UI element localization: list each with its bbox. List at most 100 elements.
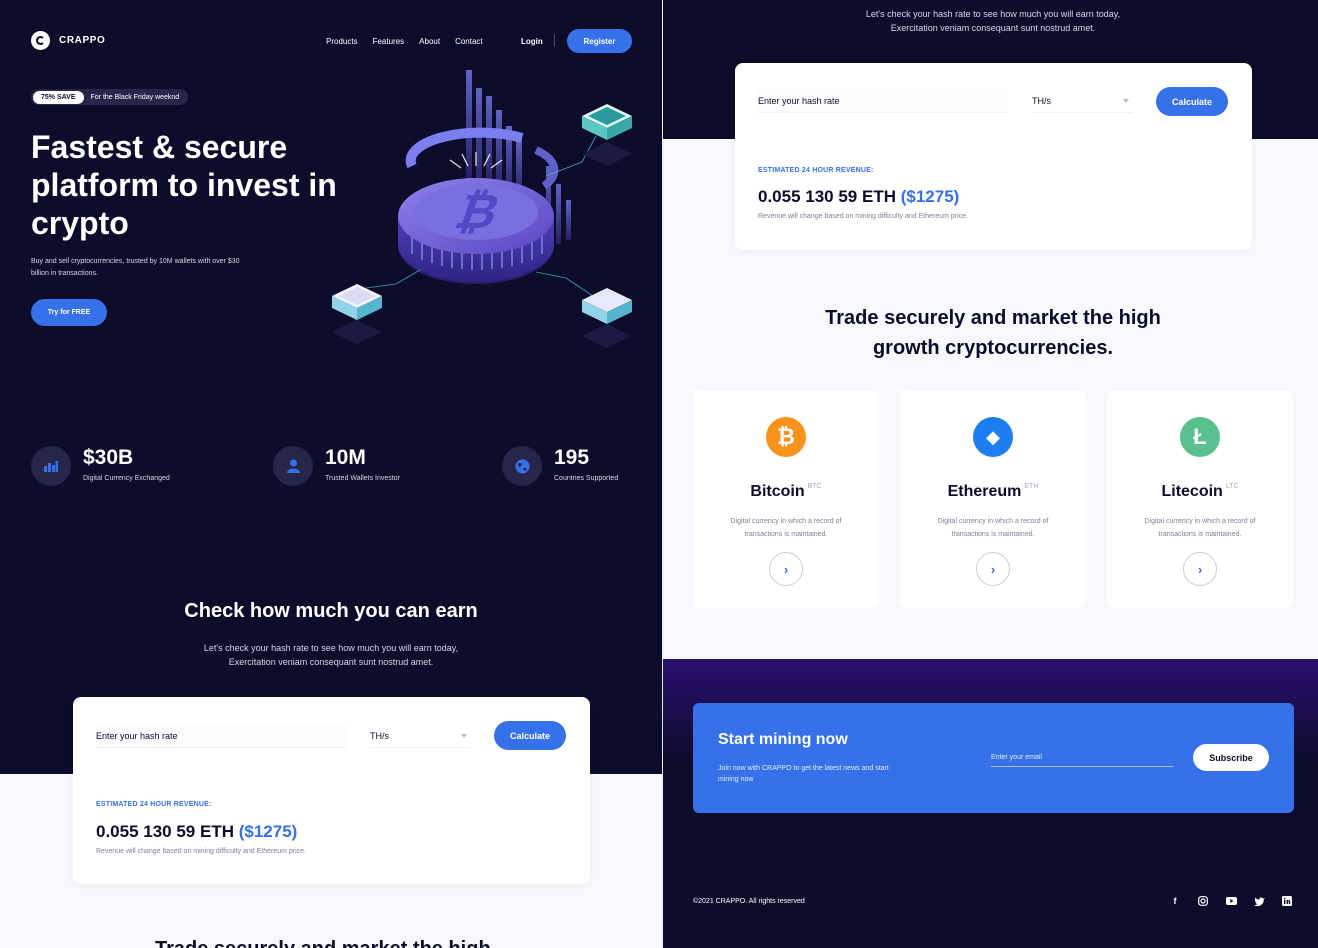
estimate-value: 0.055 130 59 ETH ($1275) [96,822,297,842]
coin-ticker: BTC [807,483,822,490]
coin-description: Digital currency in which a record of tr… [1144,518,1256,538]
title-line: Trade securely and market the high [825,307,1161,329]
estimate-label: ESTIMATED 24 HOUR REVENUE: [758,167,874,174]
calculate-button[interactable]: Calculate [1156,87,1228,116]
coin-title: Bitcoin [750,483,805,500]
calculator-card: Enter your hash rate TH/s Calculate ESTI… [73,697,590,884]
subscribe-button[interactable]: Subscribe [1193,744,1269,771]
trade-section-title: Trade securely and market the high growt… [663,303,1318,363]
node-bottom-right [582,288,632,348]
coin-name: Litecoin LTC [1107,483,1293,501]
hero-crypto-illustration: ₿ [332,70,632,348]
register-button[interactable]: Register [567,29,632,53]
login-link[interactable]: Login [521,37,543,46]
nav-products[interactable]: Products [326,37,358,46]
coin-description: Digital currency in which a record of tr… [730,518,842,538]
earn-section-title: Check how much you can earn [184,600,478,622]
promo-banner: 75% SAVE For the Black Friday weeknd [31,89,189,105]
estimate-label: ESTIMATED 24 HOUR REVENUE: [96,801,212,808]
estimate-note: Revenue will change based on mining diff… [96,848,306,855]
hero-title: Fastest & secure platform to invest in c… [31,129,337,241]
promo-text: For the Black Friday weeknd [90,93,180,101]
title-line: growth cryptocurrencies. [872,337,1114,359]
estimate-value: 0.055 130 59 ETH ($1275) [758,187,959,207]
youtube-icon[interactable] [1225,895,1237,907]
ethereum-icon: ◆ [973,417,1013,457]
stat-value: 195 [554,446,590,469]
node-top-right [582,104,632,166]
brand-name: CRAPPO [59,35,106,46]
coin-card-litecoin: Ł Litecoin LTC Digital currency in which … [1107,391,1293,608]
estimate-eth: 0.055 130 59 ETH [96,822,234,841]
trade-title-cutoff: Trade securely and market the high [155,938,491,948]
save-badge: 75% SAVE [33,90,84,104]
earn-section-subtitle: Let's check your hash rate to see how mu… [0,641,662,669]
subtitle-line: Let's check your hash rate to see how mu… [203,643,459,653]
instagram-icon[interactable] [1197,895,1209,907]
litecoin-icon: Ł [1180,417,1220,457]
coin-card-ethereum: ◆ Ethereum ETH Digital currency in which … [900,391,1086,608]
email-field[interactable]: Enter your email [991,749,1173,767]
nav-contact[interactable]: Contact [455,37,483,46]
calculator-card: Enter your hash rate TH/s Calculate ESTI… [735,63,1252,250]
unit-select[interactable]: TH/s [370,724,470,748]
try-free-button[interactable]: Try for FREE [31,299,107,326]
unit-value: TH/s [1032,95,1051,106]
main-nav: Products Features About Contact [326,37,498,46]
brand-logo[interactable]: CRAPPO [31,31,105,50]
coin-title: Ethereum [947,483,1022,500]
bitcoin-icon: ₿ [766,417,806,457]
nav-features[interactable]: Features [373,37,405,46]
facebook-icon[interactable]: f [1169,895,1181,907]
chevron-right-icon[interactable]: › [976,552,1010,586]
chevron-right-icon[interactable]: › [769,552,803,586]
hash-rate-input[interactable]: Enter your hash rate [758,89,1008,113]
stat-label: Digital Currency Exchanged [83,475,170,482]
mining-title: Start mining now [718,731,848,748]
coin-title: Litecoin [1161,483,1223,500]
stat-value: 10M [325,446,366,469]
calculate-button[interactable]: Calculate [494,721,566,750]
unit-value: TH/s [370,730,389,741]
hash-rate-input[interactable]: Enter your hash rate [96,724,346,748]
nav-about[interactable]: About [419,37,440,46]
stat-exchanged: $30B Digital Currency Exchanged [31,446,170,486]
user-icon [273,446,313,486]
coin-ticker: ETH [1024,483,1039,490]
stat-label: Countries Supported [554,475,619,482]
left-page-view: CRAPPO Products Features About Contact L… [0,0,662,948]
subtitle-line: Exercitation veniam consequant sunt nost… [890,23,1096,33]
chevron-down-icon [1123,98,1129,103]
coin-name: Ethereum ETH [900,483,1086,501]
right-page-view: Let's check your hash rate to see how mu… [663,0,1318,948]
chevron-right-icon[interactable]: › [1183,552,1217,586]
social-links: f [1169,895,1293,907]
coin-description: Digital currency in which a record of tr… [937,518,1049,538]
coin-name: Bitcoin BTC [693,483,879,501]
estimate-usd: ($1275) [238,822,298,841]
twitter-icon[interactable] [1253,895,1265,907]
stat-countries: 195 Countries Supported [502,446,618,486]
hero-subtitle: Buy and sell cryptocurrencies, trusted b… [31,258,240,277]
subtitle-line: Exercitation veniam consequant sunt nost… [228,657,434,667]
stat-wallets: 10M Trusted Wallets Investor [273,446,400,486]
stat-value: $30B [83,446,134,469]
mining-subtitle: Join now with CRAPPO to get the latest n… [718,765,889,783]
subtitle-line: Let's check your hash rate to see how mu… [865,9,1121,19]
earn-section-subtitle: Let's check your hash rate to see how mu… [663,7,1318,35]
estimate-note: Revenue will change based on mining diff… [758,213,968,220]
stat-label: Trusted Wallets Investor [325,475,400,482]
coin-ticker: LTC [1225,483,1239,490]
globe-icon [502,446,542,486]
chevron-down-icon [461,733,467,738]
estimate-eth: 0.055 130 59 ETH [758,187,896,206]
unit-select[interactable]: TH/s [1032,89,1132,113]
logo-icon [31,31,50,50]
coin-card-bitcoin: ₿ Bitcoin BTC Digital currency in which a… [693,391,879,608]
bar-chart-icon [31,446,71,486]
estimate-usd: ($1275) [900,187,960,206]
nav-divider [554,34,555,47]
copyright-text: ©2021 CRAPPO. All rights reserved [693,898,805,905]
linkedin-icon[interactable] [1281,895,1293,907]
node-left [332,284,382,344]
